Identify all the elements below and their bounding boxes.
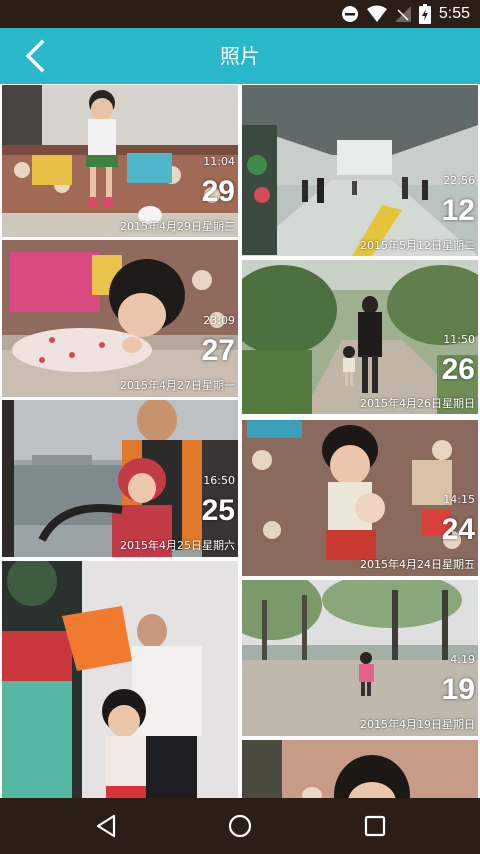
photo-time: 11:04 [203, 155, 235, 168]
photo-day: 25 [201, 494, 235, 527]
photo-gallery[interactable]: 11:04 29 2015年4月29日星期三 22:56 12 2015年5月1… [0, 84, 480, 798]
photo-thumbnail [242, 740, 478, 798]
photo-thumbnail [242, 85, 478, 256]
photo-date: 2015年4月25日星期六 [120, 539, 235, 552]
photo-day: 12 [441, 194, 475, 227]
photo-time: 22:56 [443, 174, 475, 187]
photo-time: 14:15 [443, 493, 475, 506]
photo-time: 23:09 [203, 314, 235, 327]
photo-card-0512[interactable]: 22:56 12 2015年5月12日星期二 [242, 85, 478, 256]
photo-card-0426[interactable]: 11:50 26 2015年4月26日星期日 [242, 260, 478, 414]
photo-card-0429[interactable]: 11:04 29 2015年4月29日星期三 [2, 85, 238, 237]
status-time: 5:55 [438, 5, 470, 22]
photo-card-0425[interactable]: 16:50 25 2015年4月25日星期六 [2, 400, 238, 557]
photo-card-0419[interactable]: 4:19 19 2015年4月19日星期日 [242, 580, 478, 736]
photo-card-0427[interactable]: 23:09 27 2015年4月27日星期一 [2, 240, 238, 397]
status-bar: 5:55 [0, 0, 480, 28]
photo-day: 26 [441, 353, 475, 386]
photo-date: 2015年5月12日星期二 [360, 239, 475, 252]
photo-time: 11:50 [443, 333, 475, 346]
dnd-icon [341, 6, 358, 22]
photo-day: 27 [201, 334, 235, 367]
photo-date: 2015年4月26日星期日 [360, 397, 475, 410]
photo-thumbnail [2, 561, 238, 798]
photo-date: 2015年4月24日星期五 [360, 558, 475, 571]
app-bar: 照片 [0, 28, 480, 84]
back-triangle-icon[interactable] [92, 812, 120, 840]
navigation-bar [0, 798, 480, 854]
recents-square-icon[interactable] [361, 812, 389, 840]
photo-thumbnail [242, 580, 478, 736]
photo-card-0424[interactable]: 14:15 24 2015年4月24日星期五 [242, 420, 478, 576]
photo-day: 29 [201, 175, 235, 208]
wifi-icon [366, 5, 387, 22]
page-title: 照片 [220, 44, 260, 68]
photo-date: 2015年4月19日星期日 [360, 718, 475, 731]
home-circle-icon[interactable] [226, 812, 254, 840]
no-signal-icon [394, 6, 411, 22]
battery-charging-icon [418, 4, 431, 24]
photo-card-girl-closeup[interactable] [242, 740, 478, 798]
photo-time: 16:50 [203, 474, 235, 487]
photo-date: 2015年4月29日星期三 [120, 220, 235, 233]
photo-time: 4:19 [450, 653, 475, 666]
photo-day: 19 [441, 673, 475, 706]
photo-day: 24 [441, 513, 475, 546]
photo-date: 2015年4月27日星期一 [120, 379, 235, 392]
photo-card-kitchen[interactable] [2, 561, 238, 798]
